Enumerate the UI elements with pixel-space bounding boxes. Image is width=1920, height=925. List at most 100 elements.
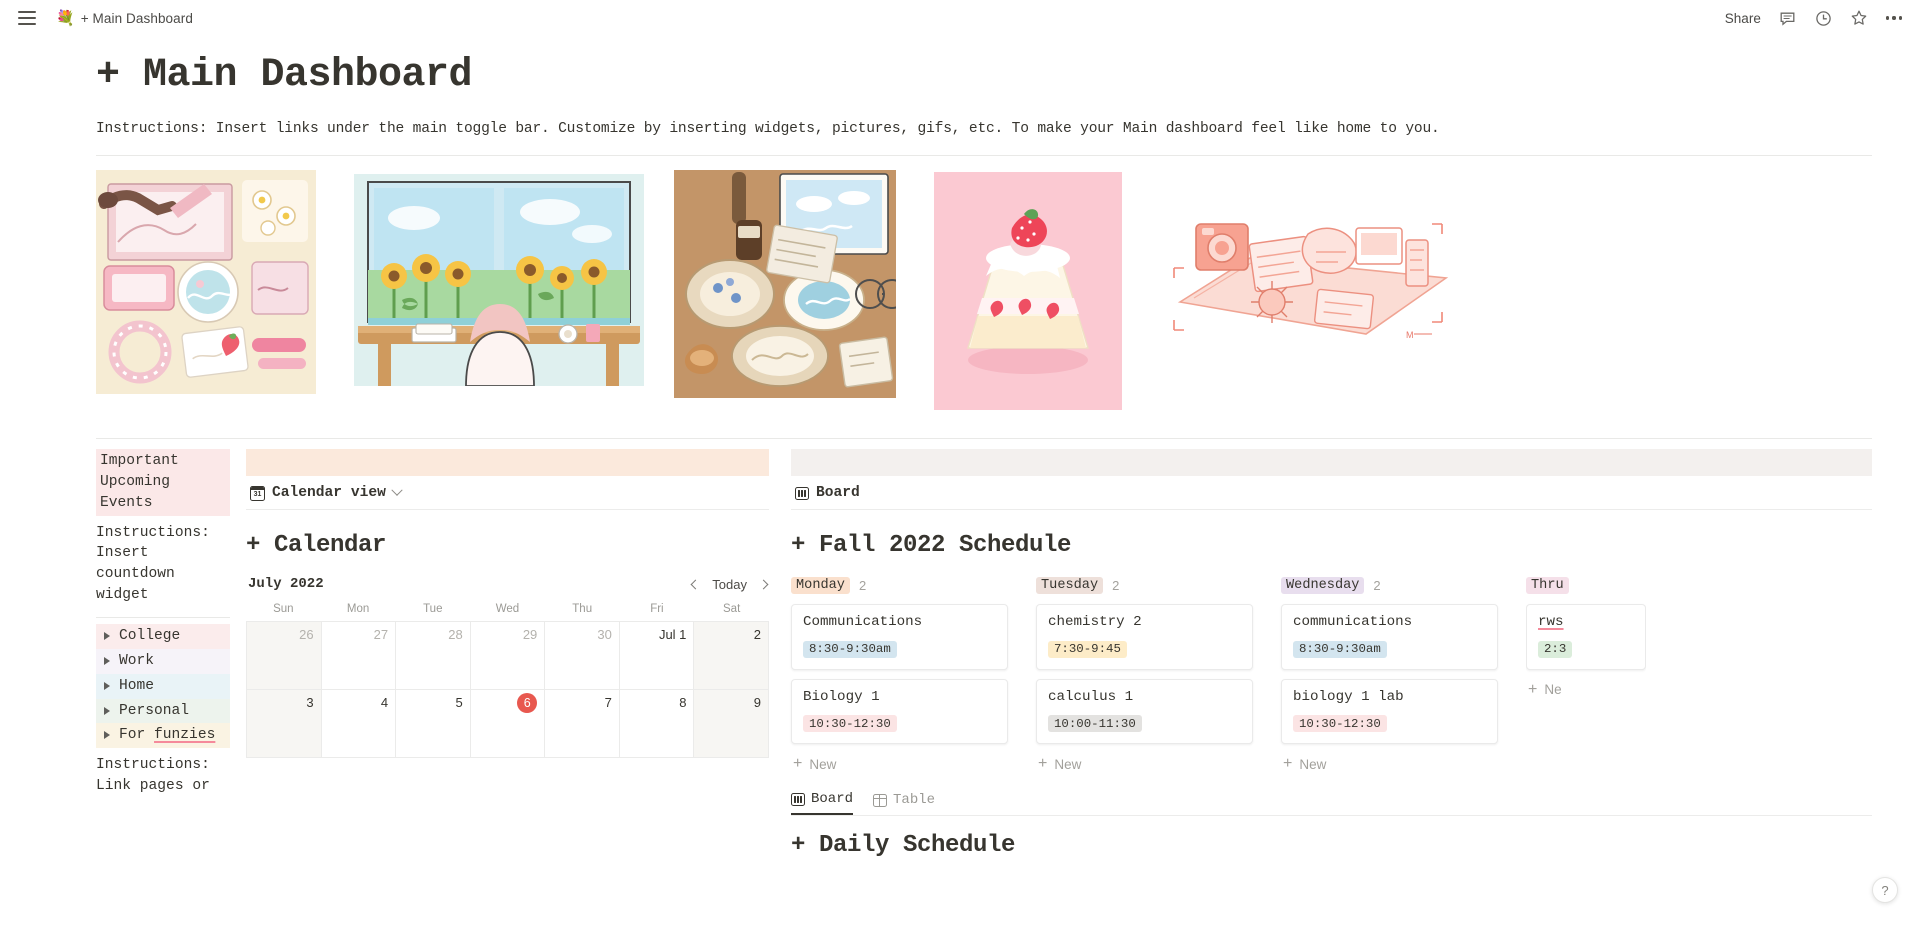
calendar-header: July 2022 Today [246, 576, 769, 592]
sidebar-toggle-for-funzies[interactable]: For funzies [96, 723, 230, 749]
board-card[interactable]: Communications 8:30-9:30am [791, 604, 1008, 670]
sidebar-divider [96, 617, 230, 619]
board-card[interactable]: Biology 1 10:30-12:30 [791, 678, 1008, 744]
chevron-left-icon[interactable] [690, 579, 701, 589]
page-canvas: + Main Dashboard Instructions: Insert li… [0, 54, 1920, 859]
divider-top [96, 155, 1872, 156]
calendar-day-cell[interactable]: 2 [694, 622, 769, 690]
calendar-day-cell[interactable]: 5 [396, 690, 471, 758]
share-button[interactable]: Share [1725, 11, 1761, 26]
board-card-time-badge: 10:00-11:30 [1048, 715, 1142, 732]
board-card[interactable]: biology 1 lab 10:30-12:30 [1281, 678, 1498, 744]
help-button[interactable]: ? [1872, 877, 1898, 903]
girl-at-window-sunflowers-illustration[interactable] [354, 174, 644, 386]
tab-board[interactable]: Board [791, 791, 854, 815]
menu-icon[interactable] [18, 11, 36, 25]
chevron-right-icon[interactable] [758, 579, 769, 589]
calendar-day-cell[interactable]: 7 [545, 690, 620, 758]
calendar-day-cell[interactable]: 3 [247, 690, 322, 758]
board-icon [795, 486, 809, 500]
board-column: Wednesday 2 communications 8:30-9:30am biolo… [1281, 577, 1498, 775]
sidebar-instructions: Instructions: Insert countdown widget [96, 524, 210, 604]
calendar-block-title[interactable]: + Calendar [246, 532, 769, 559]
weekday-label: Wed [495, 603, 520, 615]
sidebar-toggle-work[interactable]: Work [96, 648, 230, 674]
calendar-day-number: 29 [522, 627, 538, 642]
top-bar: 💐 + Main Dashboard Share [0, 0, 1920, 36]
board-column-tag: Wednesday [1281, 577, 1365, 594]
strawberry-shortcake-pink-illustration[interactable] [934, 172, 1122, 410]
calendar-day-cell[interactable]: 28 [396, 622, 471, 690]
calendar-view-label: Calendar view [272, 485, 386, 501]
board-card[interactable]: chemistry 2 7:30-9:45 [1036, 604, 1253, 670]
page-title[interactable]: + Main Dashboard [96, 54, 1872, 98]
weekday-label: Sat [723, 603, 741, 615]
board-card-title: chemistry 2 [1048, 614, 1142, 630]
calendar-day-cell[interactable]: Jul 1 [619, 622, 695, 690]
board-block-title[interactable]: + Fall 2022 Schedule [791, 532, 1872, 559]
polaroid-picnic-flatlay-illustration[interactable]: M [1166, 210, 1456, 346]
calendar-day-cell[interactable]: 29 [470, 622, 546, 690]
board-column-header: Tuesday 2 [1036, 577, 1253, 594]
board-column: Thru rws 2:3 + Ne [1526, 577, 1646, 775]
weekday-label: Tue [423, 603, 443, 615]
weekday-label: Fri [650, 603, 664, 615]
board-column-header: Thru [1526, 577, 1646, 594]
breadcrumb[interactable]: + Main Dashboard [81, 11, 193, 26]
tab-label: Table [893, 792, 936, 808]
calendar-day-cell[interactable]: 6 [470, 690, 546, 758]
page-instructions: Instructions: Insert links under the mai… [96, 121, 1440, 137]
board-card[interactable]: calculus 1 10:00-11:30 [1036, 678, 1253, 744]
board-column-count: 2 [858, 578, 867, 593]
comment-icon[interactable] [1778, 9, 1797, 28]
sidebar-toggle-personal[interactable]: Personal [96, 698, 230, 724]
history-clock-icon[interactable] [1814, 9, 1833, 28]
board-card[interactable]: rws 2:3 [1526, 604, 1646, 670]
calendar-day-cell[interactable]: 4 [321, 690, 397, 758]
coffee-breakfast-flatlay-illustration[interactable] [674, 170, 896, 398]
more-options-icon[interactable] [1885, 16, 1902, 20]
board-column: Monday 2 Communications 8:30-9:30am Biology … [791, 577, 1008, 775]
calendar-month-label: July 2022 [248, 576, 324, 592]
calendar-day-cell[interactable]: 8 [619, 690, 695, 758]
today-button[interactable]: Today [712, 577, 747, 592]
table-icon [873, 793, 888, 807]
board-column-count: 2 [1373, 578, 1381, 593]
sidebar-toggle-college[interactable]: College [96, 624, 230, 649]
new-card-button[interactable]: + New [1036, 753, 1253, 775]
board-view-selector[interactable]: Board [791, 476, 1872, 510]
new-card-button[interactable]: + Ne [1526, 679, 1646, 701]
calendar-day-cell[interactable]: 30 [545, 622, 620, 690]
desk-flatlay-strawberry-illustration[interactable] [96, 170, 316, 394]
divider-gallery [96, 438, 1872, 439]
new-card-button[interactable]: + New [1281, 753, 1498, 775]
board-card-time-badge: 8:30-9:30am [803, 640, 897, 658]
calendar-day-number: 27 [373, 627, 389, 642]
star-icon[interactable] [1850, 9, 1869, 28]
calendar-31-icon: 31 [250, 485, 265, 501]
chevron-down-icon[interactable] [391, 484, 403, 496]
toggle-triangle-icon [104, 731, 110, 740]
board-card-time-badge: 10:30-12:30 [803, 715, 897, 732]
calendar-day-number: 26 [299, 627, 314, 642]
board-icon [791, 792, 805, 806]
calendar-day-number: Jul 1 [658, 627, 687, 642]
board-column-tag: Tuesday [1036, 577, 1104, 594]
calendar-day-cell[interactable]: 9 [694, 690, 769, 758]
calendar-day-cell[interactable]: 26 [247, 622, 322, 690]
weekday-label: Thu [572, 603, 593, 615]
new-card-label: Ne [1544, 682, 1562, 697]
sidebar-toggle-home[interactable]: Home [96, 673, 230, 699]
calendar-day-cell[interactable]: 27 [321, 622, 397, 690]
calendar-day-number: 7 [604, 695, 612, 710]
calendar-view-selector[interactable]: 31 Calendar view [246, 476, 769, 510]
tab-table[interactable]: Table [873, 792, 935, 814]
board-card-title: communications [1293, 614, 1413, 630]
image-gallery: M [96, 170, 1872, 420]
board-card-time-badge: 10:30-12:30 [1293, 715, 1387, 732]
new-card-label: New [1299, 756, 1327, 772]
daily-schedule-title[interactable]: + Daily Schedule [791, 832, 1872, 859]
new-card-button[interactable]: + New [791, 753, 1008, 775]
board-card[interactable]: communications 8:30-9:30am [1281, 604, 1498, 670]
board-column: Tuesday 2 chemistry 2 7:30-9:45 calculus 1 10… [1036, 577, 1253, 775]
